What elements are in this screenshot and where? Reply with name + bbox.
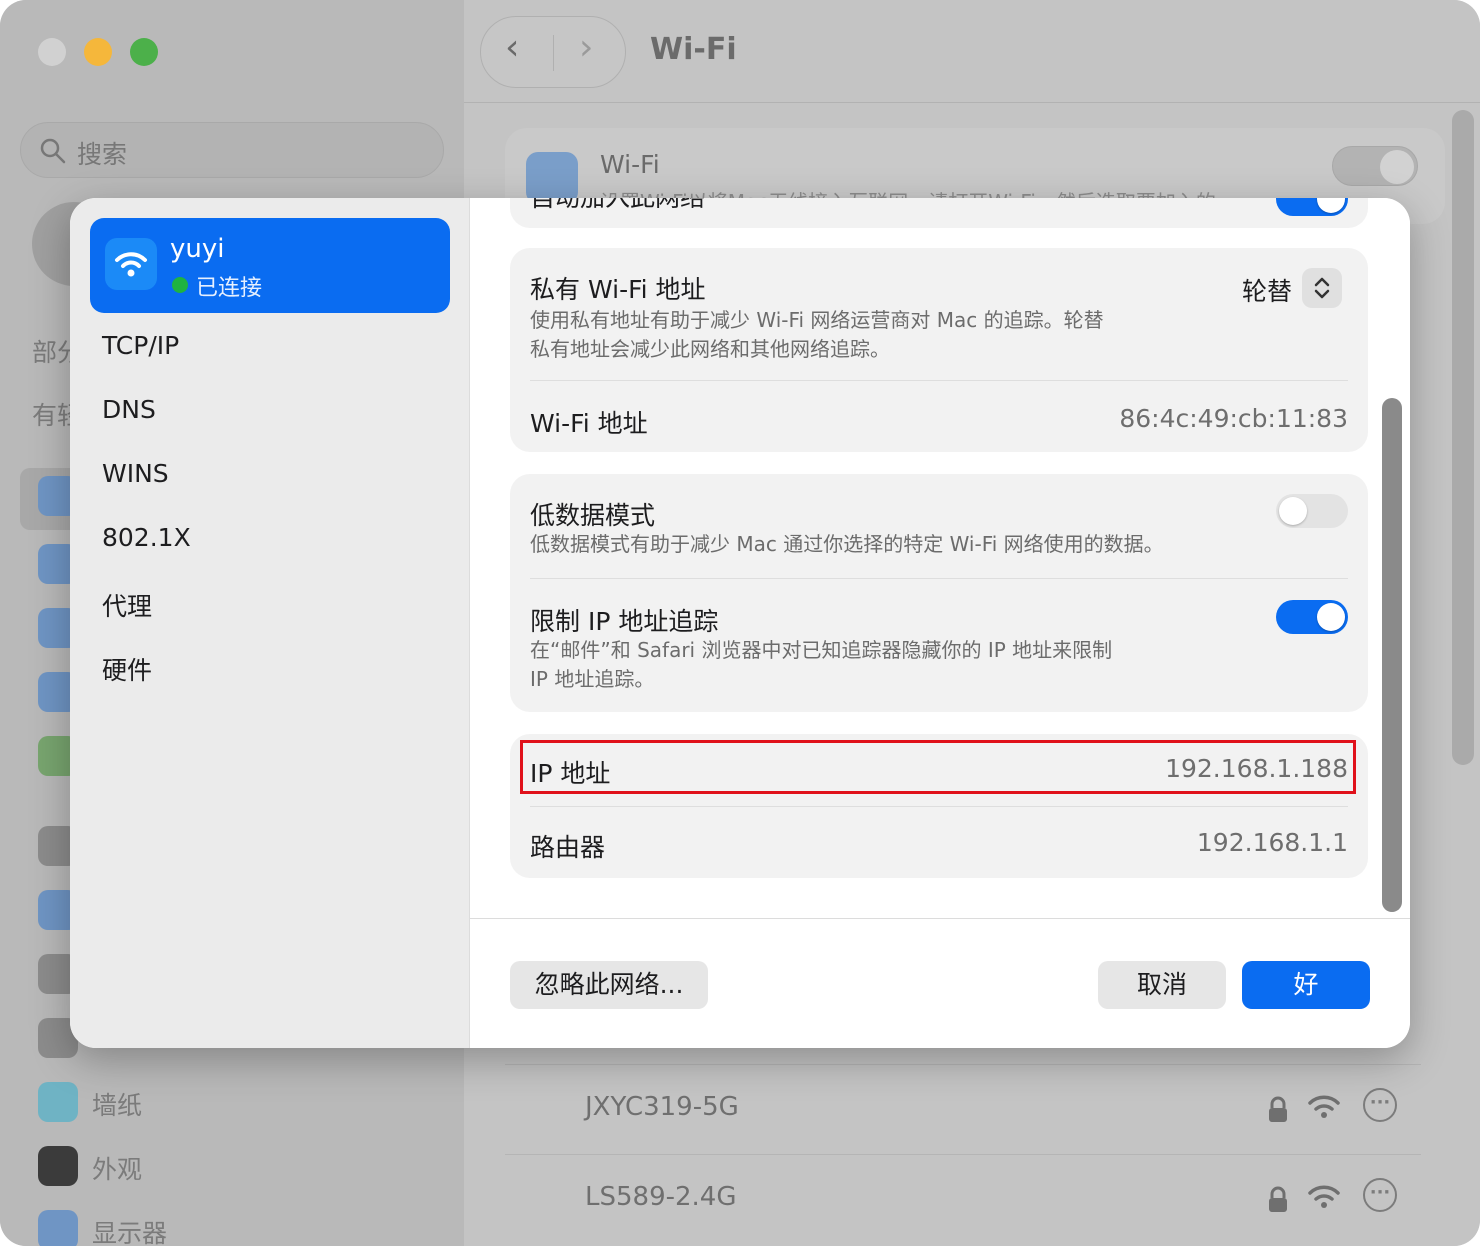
limit-ip-desc: 在“邮件”和 Safari 浏览器中对已知追踪器隐藏你的 IP 地址来限制 xyxy=(530,638,1113,662)
row-divider xyxy=(530,806,1348,807)
forget-network-button[interactable]: 忽略此网络... xyxy=(510,961,708,1009)
wifi-card-title: Wi-Fi xyxy=(600,150,660,179)
limit-ip-toggle[interactable] xyxy=(1276,600,1348,634)
tab-wins[interactable]: WINS xyxy=(102,459,169,488)
wifi-address-label: Wi-Fi 地址 xyxy=(530,409,648,438)
auto-join-toggle[interactable] xyxy=(1276,198,1348,216)
limit-ip-desc: IP 地址追踪。 xyxy=(530,667,655,691)
scrollbar[interactable] xyxy=(1382,398,1402,912)
router-value: 192.168.1.1 xyxy=(1196,828,1348,857)
private-address-card: 私有 Wi-Fi 地址 轮替 使用私有地址有助于减少 Wi-Fi 网络运营商对 … xyxy=(510,248,1368,452)
tab-tcp-ip[interactable]: TCP/IP xyxy=(102,331,179,360)
back-button[interactable]: ‹ xyxy=(505,27,519,68)
row-divider xyxy=(530,578,1348,579)
more-options-icon[interactable]: ··· xyxy=(1363,1088,1397,1122)
tab-dns[interactable]: DNS xyxy=(102,395,156,424)
private-address-title: 私有 Wi-Fi 地址 xyxy=(530,275,706,304)
title-divider xyxy=(464,102,1480,103)
connected-status-dot xyxy=(172,277,188,293)
display-icon xyxy=(38,1210,78,1246)
tab-proxy[interactable]: 代理 xyxy=(102,587,152,623)
sidebar-item-network[interactable]: yuyi 已连接 xyxy=(90,218,450,313)
wallpaper-icon xyxy=(38,1082,78,1122)
auto-join-label: 自动加入此网络 xyxy=(530,198,705,214)
zoom-window-button[interactable] xyxy=(130,38,158,66)
limit-ip-title: 限制 IP 地址追踪 xyxy=(530,607,719,636)
network-details-sheet: yuyi 已连接 TCP/IP DNS WINS 802.1X 代理 硬件 自动… xyxy=(70,198,1410,1048)
appearance-icon xyxy=(38,1146,78,1186)
search-icon xyxy=(40,138,66,164)
close-window-button[interactable] xyxy=(38,38,66,66)
ok-button[interactable]: 好 xyxy=(1242,961,1370,1009)
wifi-toggle[interactable] xyxy=(1332,146,1418,186)
wifi-signal-icon xyxy=(1308,1095,1340,1118)
row-divider xyxy=(530,380,1348,381)
details-sidebar: yuyi 已连接 TCP/IP DNS WINS 802.1X 代理 硬件 xyxy=(70,198,470,1048)
wifi-signal-icon xyxy=(1308,1185,1340,1208)
sheet-footer: 忽略此网络... 取消 好 xyxy=(470,918,1410,1048)
sidebar-item-wallpaper[interactable]: 墙纸 xyxy=(92,1086,142,1122)
low-data-desc: 低数据模式有助于减少 Mac 通过你选择的特定 Wi-Fi 网络使用的数据。 xyxy=(530,532,1164,556)
page-title: Wi-Fi xyxy=(650,32,737,67)
router-label: 路由器 xyxy=(530,833,606,862)
sidebar-item-displays[interactable]: 显示器 xyxy=(92,1214,167,1246)
private-address-desc: 使用私有地址有助于减少 Wi-Fi 网络运营商对 Mac 的追踪。轮替 xyxy=(530,308,1104,332)
network-row[interactable]: LS589-2.4G ··· xyxy=(505,1154,1425,1244)
private-address-value[interactable]: 轮替 xyxy=(1242,272,1292,308)
wifi-icon xyxy=(105,238,157,290)
more-options-icon[interactable]: ··· xyxy=(1363,1178,1397,1212)
low-data-toggle[interactable] xyxy=(1276,494,1348,528)
lock-icon xyxy=(1269,1186,1287,1212)
private-address-desc: 私有地址会减少此网络和其他网络追踪。 xyxy=(530,337,890,361)
wifi-icon xyxy=(526,152,578,204)
network-name: yuyi xyxy=(170,234,225,264)
low-data-title: 低数据模式 xyxy=(530,501,656,530)
search-placeholder: 搜索 xyxy=(77,140,128,169)
scrollbar[interactable] xyxy=(1452,110,1474,765)
nav-divider xyxy=(553,35,554,71)
annotation-highlight-box xyxy=(520,740,1356,794)
data-options-card: 低数据模式 低数据模式有助于减少 Mac 通过你选择的特定 Wi-Fi 网络使用… xyxy=(510,474,1368,712)
private-address-popup[interactable] xyxy=(1302,268,1342,308)
wifi-address-value: 86:4c:49:cb:11:83 xyxy=(1119,404,1348,433)
history-nav: ‹ › xyxy=(480,16,626,88)
chevron-up-down-icon xyxy=(1314,277,1330,299)
tab-hardware[interactable]: 硬件 xyxy=(102,651,152,687)
network-row[interactable]: JXYC319-5G ··· xyxy=(505,1064,1425,1154)
auto-join-card: 自动加入此网络 xyxy=(510,198,1368,228)
details-content: 自动加入此网络 私有 Wi-Fi 地址 轮替 使用私有地址有助于减少 Wi-Fi… xyxy=(470,198,1410,918)
network-name: LS589-2.4G xyxy=(585,1182,737,1212)
sidebar-item-appearance[interactable]: 外观 xyxy=(92,1150,142,1186)
minimize-window-button[interactable] xyxy=(84,38,112,66)
row-divider xyxy=(505,1154,1421,1155)
cancel-button[interactable]: 取消 xyxy=(1098,961,1226,1009)
row-divider xyxy=(505,1064,1421,1065)
connection-status: 已连接 xyxy=(196,276,263,301)
search-field[interactable]: 搜索 xyxy=(20,122,444,178)
network-name: JXYC319-5G xyxy=(585,1092,739,1122)
lock-icon xyxy=(1269,1096,1287,1122)
tab-8021x[interactable]: 802.1X xyxy=(102,523,191,552)
forward-button[interactable]: › xyxy=(579,27,593,68)
